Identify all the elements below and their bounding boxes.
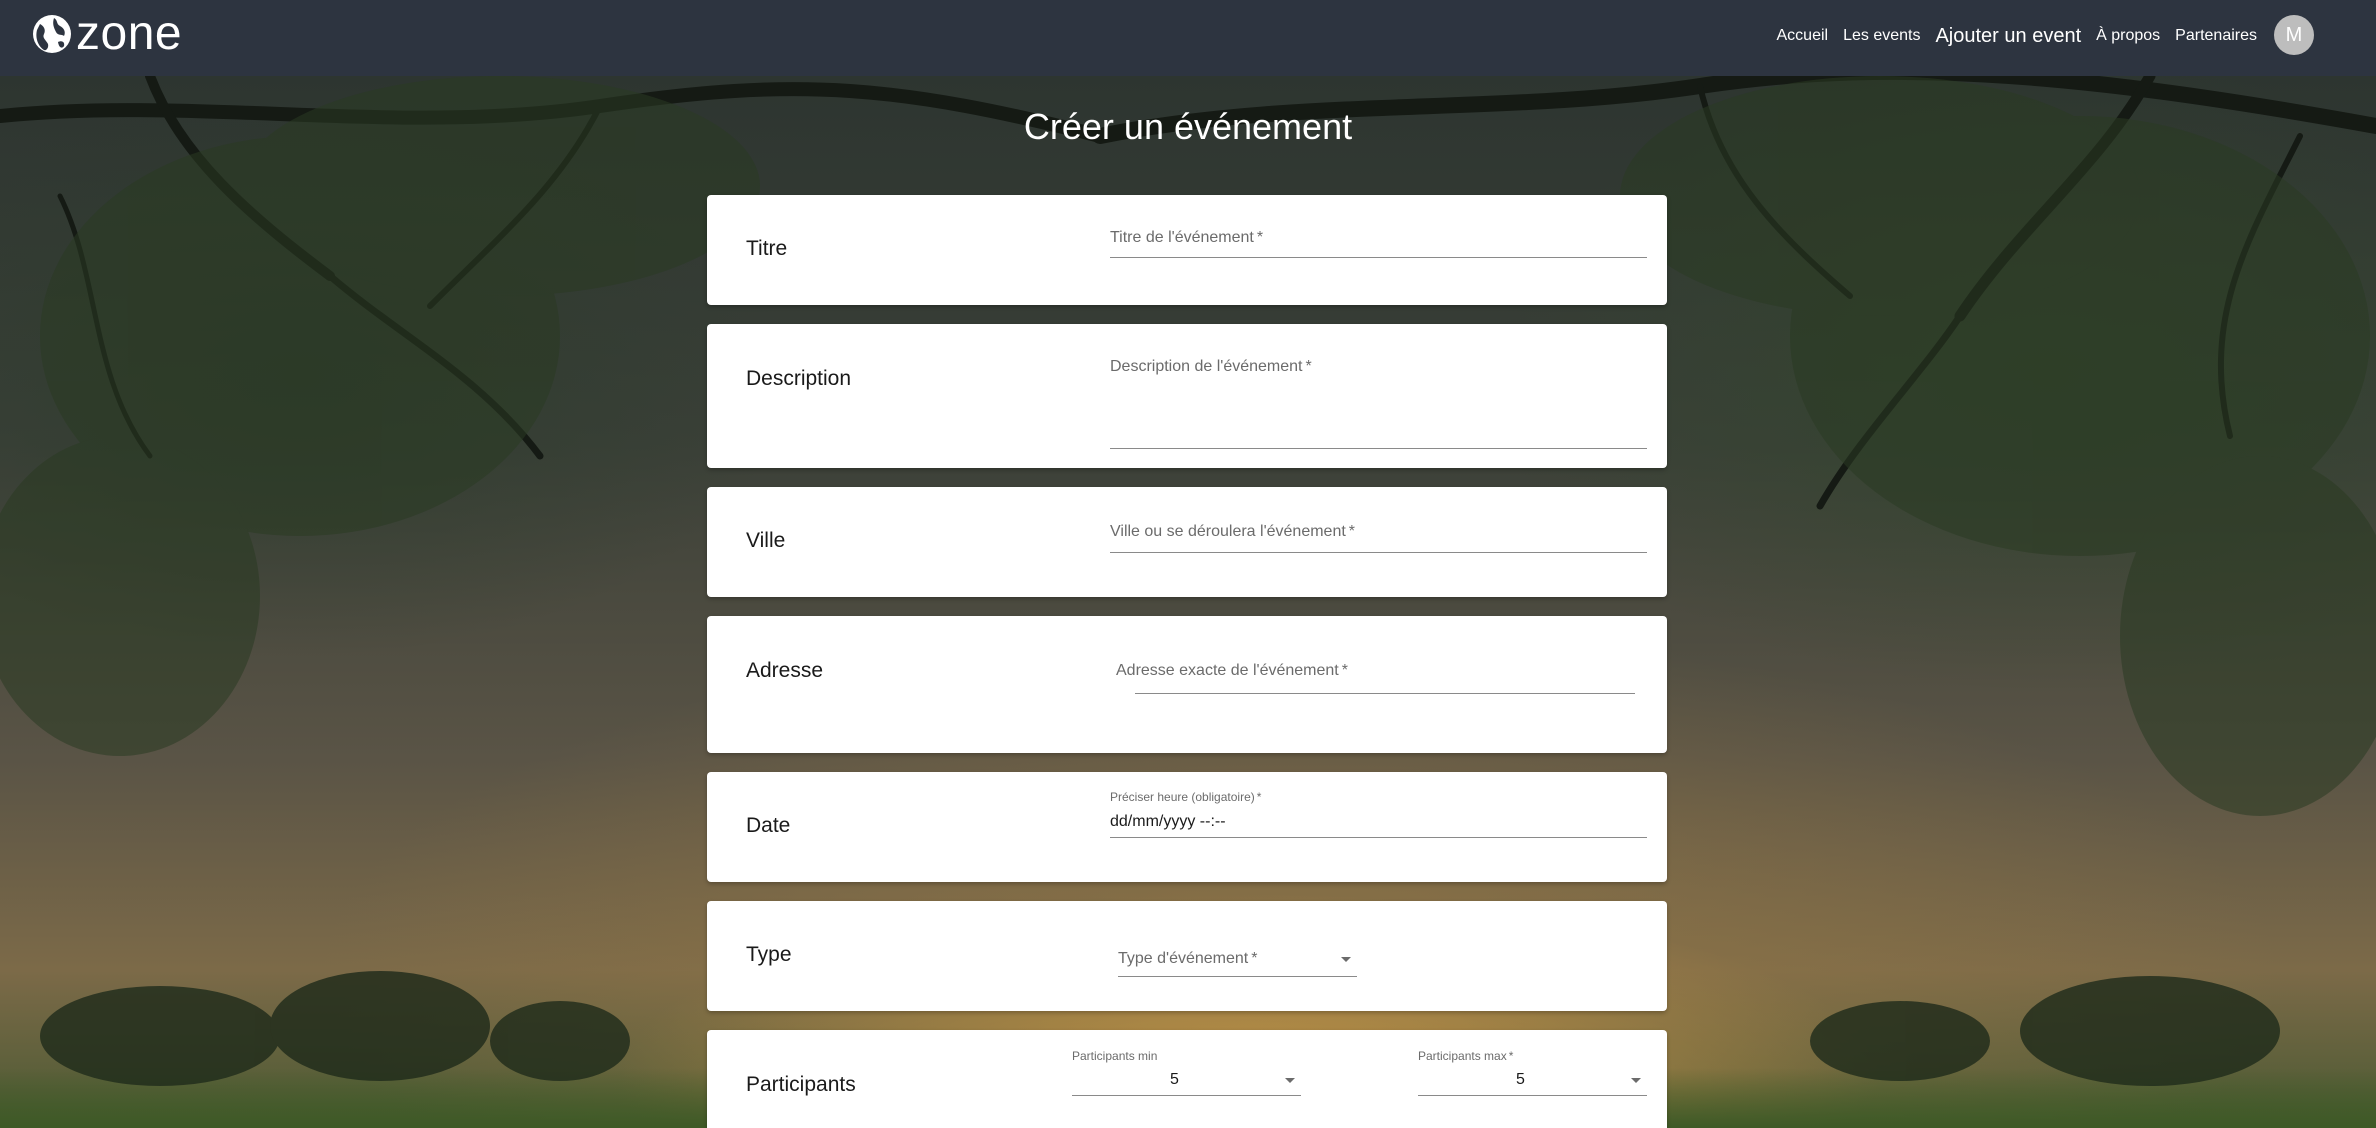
- card-type: Type Type d'événement *: [707, 901, 1667, 1011]
- date-hint: Préciser heure (obligatoire) *: [1110, 790, 1261, 804]
- required-asterisk: *: [1305, 358, 1312, 375]
- page-title: Créer un événement: [1023, 106, 1353, 147]
- type-placeholder-text: Type d'événement: [1118, 950, 1249, 967]
- required-asterisk: *: [1508, 1049, 1514, 1063]
- chevron-down-icon: [1631, 1078, 1641, 1083]
- nav-link-a-propos[interactable]: À propos: [2096, 27, 2160, 45]
- card-date: Date Préciser heure (obligatoire) * dd/mm…: [707, 772, 1667, 882]
- participants-min-value: 5: [1170, 1071, 1179, 1088]
- date-hint-text: Préciser heure (obligatoire): [1110, 790, 1255, 804]
- participants-min-label: Participants min: [1072, 1049, 1158, 1063]
- type-label: Type: [746, 943, 792, 966]
- ville-label: Ville: [746, 529, 786, 552]
- date-label: Date: [746, 814, 791, 837]
- globe-icon: [33, 15, 71, 53]
- top-navbar: zone Accueil Les events Ajouter un event…: [0, 0, 2376, 76]
- titre-placeholder-text: Titre de l'événement: [1110, 229, 1254, 246]
- participants-max-select[interactable]: 5: [1418, 1065, 1647, 1096]
- nav-link-accueil[interactable]: Accueil: [1777, 27, 1829, 45]
- nav-link-partenaires[interactable]: Partenaires: [2175, 27, 2257, 45]
- description-placeholder-text: Description de l'événement: [1110, 358, 1303, 375]
- required-asterisk: *: [1348, 523, 1356, 540]
- avatar[interactable]: M: [2274, 15, 2314, 55]
- titre-placeholder: Titre de l'événement *: [1110, 229, 1263, 247]
- type-select[interactable]: Type d'événement *: [1118, 941, 1357, 977]
- card-description: Description Description de l'événement *: [707, 324, 1667, 468]
- nav-links: Accueil Les events Ajouter un event À pr…: [1777, 0, 2258, 72]
- description-label: Description: [746, 367, 852, 390]
- required-asterisk: *: [1256, 790, 1262, 804]
- nav-link-les-events[interactable]: Les events: [1843, 27, 1920, 45]
- ville-placeholder: Ville ou se déroulera l'événement *: [1110, 523, 1355, 541]
- participants-max-value: 5: [1516, 1071, 1525, 1088]
- participants-max-label: Participants max *: [1418, 1049, 1513, 1063]
- adresse-input[interactable]: [1135, 676, 1635, 694]
- titre-label: Titre: [746, 237, 788, 260]
- participants-max-label-text: Participants max: [1418, 1049, 1507, 1063]
- card-ville: Ville Ville ou se déroulera l'événement *: [707, 487, 1667, 597]
- chevron-down-icon: [1341, 957, 1351, 962]
- adresse-label: Adresse: [746, 659, 824, 682]
- card-adresse: Adresse Adresse exacte de l'événement *: [707, 616, 1667, 753]
- nav-link-ajouter-un-event[interactable]: Ajouter un event: [1935, 25, 2081, 48]
- ville-input[interactable]: Ville ou se déroulera l'événement *: [1110, 517, 1647, 553]
- chevron-down-icon: [1285, 1078, 1295, 1083]
- card-titre: Titre Titre de l'événement *: [707, 195, 1667, 305]
- description-textarea[interactable]: Description de l'événement *: [1110, 354, 1647, 449]
- logo[interactable]: zone: [32, 10, 182, 58]
- required-asterisk: *: [1251, 950, 1258, 967]
- titre-input[interactable]: Titre de l'événement *: [1110, 225, 1647, 258]
- participants-label: Participants: [746, 1073, 856, 1096]
- participants-min-select[interactable]: 5: [1072, 1065, 1301, 1096]
- ville-placeholder-text: Ville ou se déroulera l'événement: [1110, 523, 1346, 540]
- card-participants: Participants Participants min 5 Particip…: [707, 1030, 1667, 1128]
- date-input[interactable]: dd/mm/yyyy --:--: [1110, 808, 1647, 838]
- description-placeholder: Description de l'événement *: [1110, 358, 1312, 376]
- type-placeholder: Type d'événement *: [1118, 950, 1257, 968]
- required-asterisk: *: [1256, 229, 1264, 246]
- date-value: dd/mm/yyyy --:--: [1110, 813, 1226, 830]
- logo-text: zone: [76, 7, 183, 60]
